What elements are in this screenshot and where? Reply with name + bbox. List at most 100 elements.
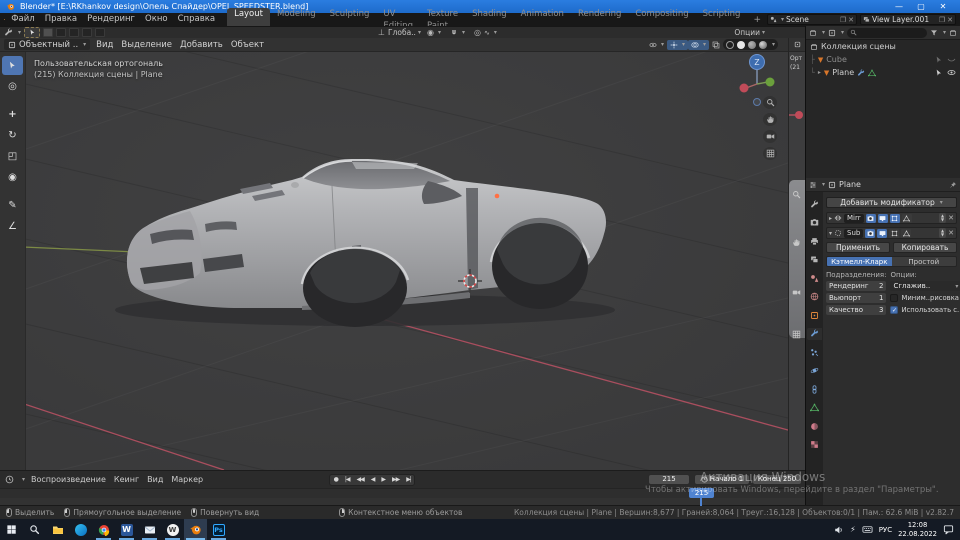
outliner-row-cube[interactable]: ├ ▼ Cube — [806, 53, 960, 66]
render-toggle[interactable] — [865, 228, 876, 238]
visibility-eye-icon[interactable] — [947, 68, 956, 77]
jump-to-start-button[interactable]: |◀ — [341, 476, 353, 483]
tab-constraints[interactable] — [807, 383, 822, 395]
scene-selector[interactable]: ▾ Scene ❐ ✕ — [767, 14, 857, 25]
menu-4[interactable]: Справка — [173, 13, 220, 26]
unlink-icon[interactable]: ✕ — [848, 16, 854, 24]
taskbar-search-button[interactable] — [23, 519, 46, 540]
modifier-name[interactable]: Mirr — [844, 213, 864, 223]
timeline-editor-icon[interactable] — [5, 475, 14, 484]
chrome-browser-icon[interactable] — [92, 519, 115, 540]
select-mode-extend-button[interactable] — [56, 28, 67, 37]
tab-render[interactable] — [807, 217, 822, 229]
new-collection-icon[interactable] — [949, 29, 957, 37]
3d-viewport[interactable]: Объектный .. ▾ Вид Выделение Добавить Объек… — [0, 38, 788, 470]
uv-smooth-dropdown[interactable]: Сглажив.. ▾ — [890, 281, 960, 291]
expand-arrow-icon[interactable]: ▸ — [818, 69, 821, 76]
blender-menu-icon[interactable] — [4, 14, 5, 25]
filter-type-icon[interactable] — [828, 29, 836, 37]
viewport-menu-0[interactable]: Вид — [96, 40, 113, 50]
editor-type-icon[interactable] — [794, 41, 801, 48]
view-layer-selector[interactable]: View Layer.001 ❐ ✕ — [860, 14, 956, 25]
photoshop-icon[interactable]: Ps — [207, 519, 230, 540]
gizmo-y-axis[interactable] — [765, 77, 775, 87]
overlays-toggle[interactable]: ▾ — [687, 39, 709, 50]
modifier-mirror-header[interactable]: ▸ Mirr ▲ ▼ ✕ — [826, 212, 957, 224]
menu-3[interactable]: Окно — [140, 13, 173, 26]
editmode-toggle[interactable] — [889, 228, 900, 238]
tab-object-data[interactable] — [807, 402, 822, 414]
volume-icon[interactable] — [834, 525, 844, 535]
close-button[interactable]: ✕ — [932, 0, 954, 13]
tab-view-layer[interactable] — [807, 254, 822, 266]
selectable-icon[interactable] — [935, 69, 943, 77]
scale-tool[interactable]: ◰ — [2, 147, 23, 166]
menu-2[interactable]: Рендеринг — [82, 13, 140, 26]
file-explorer-icon[interactable] — [46, 519, 69, 540]
tab-world[interactable] — [807, 291, 822, 303]
search-input[interactable] — [847, 27, 927, 38]
timeline-menu-3[interactable]: Маркер — [171, 475, 203, 484]
add-workspace-button[interactable]: + — [748, 15, 766, 25]
record-button[interactable]: ● — [330, 476, 341, 483]
pan-hand-icon[interactable] — [792, 238, 801, 247]
move-tool[interactable]: + — [2, 105, 23, 124]
notification-center-icon[interactable] — [943, 524, 954, 535]
language-indicator[interactable]: РУС — [879, 526, 892, 534]
remove-icon[interactable]: ✕ — [947, 16, 953, 24]
tab-output[interactable] — [807, 235, 822, 247]
word-icon[interactable]: W — [115, 519, 138, 540]
select-mode-intersect-button[interactable] — [95, 28, 106, 37]
tab-tool[interactable] — [807, 198, 822, 210]
play-button[interactable]: ▶ — [378, 476, 389, 483]
apply-button[interactable]: Применить — [826, 242, 890, 253]
collapse-arrow-icon[interactable]: ▾ — [829, 230, 832, 237]
move-modifier-buttons[interactable]: ▲ ▼ — [939, 213, 947, 223]
snap-toggle[interactable]: ▾ — [447, 28, 468, 38]
checkbox-checked[interactable]: ✓ — [890, 306, 899, 314]
prev-keyframe-button[interactable]: ◀◀ — [353, 476, 367, 483]
menu-0[interactable]: Файл — [6, 13, 39, 26]
outliner-row-collection[interactable]: Коллекция сцены — [806, 40, 960, 53]
car-model[interactable] — [115, 159, 615, 327]
select-box-tool[interactable] — [2, 56, 23, 75]
perspective-grid-icon[interactable] — [763, 147, 777, 160]
cage-toggle[interactable] — [901, 213, 912, 223]
tab-modifiers[interactable] — [807, 327, 822, 340]
options-dropdown[interactable]: Опции ▾ — [734, 28, 765, 37]
selectable-icon[interactable] — [935, 56, 943, 64]
tab-physics[interactable] — [807, 365, 822, 377]
pin-icon[interactable] — [949, 181, 957, 189]
copy-icon[interactable]: ❐ — [840, 16, 846, 24]
timeline-menu-2[interactable]: Вид — [147, 475, 163, 484]
hide-eye-closed-icon[interactable] — [947, 55, 956, 64]
secondary-viewport-strip[interactable]: Орт (21 — [788, 38, 805, 470]
realtime-toggle[interactable] — [877, 228, 888, 238]
play-reverse-button[interactable]: ◀ — [367, 476, 378, 483]
wireframe-shading-button[interactable] — [725, 40, 734, 49]
camera-view-icon[interactable] — [763, 130, 777, 143]
add-modifier-dropdown[interactable]: Добавить модификатор ▾ — [826, 197, 957, 208]
blender-taskbar-icon[interactable] — [184, 519, 207, 540]
optimal-display-checkbox-row[interactable]: Миним..рисовка — [890, 293, 960, 303]
render-toggle[interactable] — [865, 213, 876, 223]
edge-browser-icon[interactable] — [69, 519, 92, 540]
copy-button[interactable]: Копировать — [893, 242, 957, 253]
viewport-menu-3[interactable]: Объект — [231, 40, 264, 50]
mail-icon[interactable] — [138, 519, 161, 540]
annotate-tool[interactable]: ✎ — [2, 196, 23, 215]
viewport-menu-2[interactable]: Добавить — [180, 40, 223, 50]
gizmo-minus-z-axis[interactable] — [753, 98, 761, 106]
cursor-tool[interactable]: ◎ — [2, 77, 23, 96]
quality-field[interactable]: Качество 3 — [826, 305, 887, 315]
keyboard-icon[interactable] — [862, 524, 873, 535]
start-button[interactable] — [0, 519, 23, 540]
delete-modifier-icon[interactable]: ✕ — [948, 214, 954, 222]
checkbox-unchecked[interactable] — [890, 294, 899, 302]
select-mode-new-button[interactable] — [43, 28, 54, 37]
taskbar-clock[interactable]: 12:08 22.08.2022 — [898, 521, 937, 537]
timeline-menu-0[interactable]: Воспроизведение — [31, 475, 106, 484]
tab-particles[interactable] — [807, 346, 822, 358]
solid-shading-button[interactable] — [736, 40, 745, 49]
rotate-tool[interactable]: ↻ — [2, 126, 23, 145]
